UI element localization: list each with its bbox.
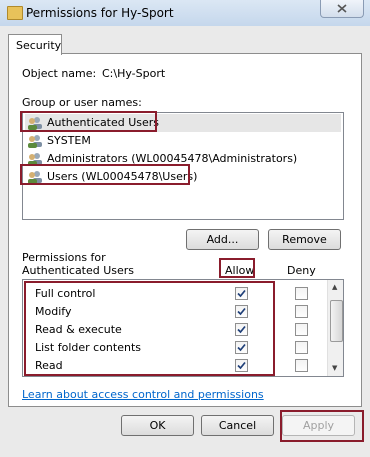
permissions-scrollbar[interactable]: ▲ ▼ [327,280,343,376]
add-button[interactable]: Add... [186,229,259,250]
deny-header: Deny [287,264,316,277]
group-names-label: Group or user names: [22,96,142,109]
deny-checkbox[interactable] [295,359,308,372]
scrollbar-thumb[interactable] [330,300,343,342]
list-item-label: SYSTEM [47,134,91,147]
users-icon [28,135,42,148]
deny-checkbox[interactable] [295,305,308,318]
permissions-label: Permissions for Authenticated Users [22,251,135,277]
highlight-allow-header [219,258,255,278]
cancel-button[interactable]: Cancel [201,415,274,436]
tab-security-label: Security [16,39,62,52]
scroll-down-icon[interactable]: ▼ [332,364,337,372]
access-control-link[interactable]: Learn about access control and permissio… [22,388,264,401]
deny-checkbox[interactable] [295,287,308,300]
remove-button[interactable]: Remove [268,229,341,250]
object-name-value: C:\Hy-Sport [102,67,166,80]
close-icon [337,4,347,13]
tab-security[interactable]: Security [8,34,62,55]
scroll-up-icon[interactable]: ▲ [332,283,337,291]
highlight-users [20,164,190,185]
folder-icon [7,6,23,20]
deny-checkbox[interactable] [295,341,308,354]
ok-button[interactable]: OK [121,415,194,436]
title-bar: Permissions for Hy-Sport [0,0,370,26]
close-button[interactable] [320,0,364,18]
highlight-authenticated-users [20,111,157,132]
highlight-apply [280,410,364,442]
deny-checkbox[interactable] [295,323,308,336]
highlight-permissions [24,281,275,376]
window-title: Permissions for Hy-Sport [26,6,174,20]
object-name-label: Object name: [22,67,97,80]
